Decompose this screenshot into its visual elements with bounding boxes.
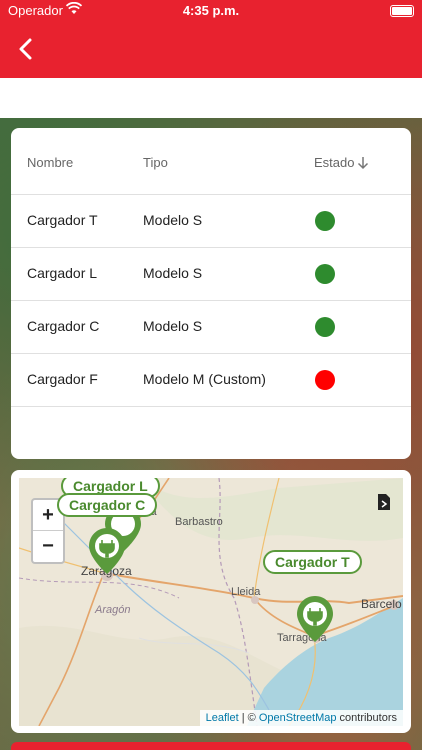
marker-label[interactable]: Cargador T (263, 550, 362, 574)
charger-marker-pin[interactable] (87, 526, 127, 576)
charger-type: Modelo M (Custom) (143, 371, 266, 387)
charger-type: Modelo S (143, 265, 203, 281)
place-label: Barcelo (361, 597, 402, 611)
marker-label[interactable]: Cargador C (57, 493, 158, 517)
charger-name: Cargador T (27, 212, 98, 228)
status-dot (315, 370, 335, 390)
map-card: Barbastro Zaragoza Lleida Aragón Tarrago… (11, 470, 411, 733)
place-label: Aragón (95, 604, 131, 616)
zoom-out-button[interactable]: − (33, 531, 63, 561)
charger-name: Cargador F (27, 371, 98, 387)
map[interactable]: Barbastro Zaragoza Lleida Aragón Tarrago… (19, 478, 403, 726)
sort-arrow-down-icon[interactable] (357, 156, 369, 170)
document-icon[interactable] (377, 494, 391, 510)
status-dot (315, 211, 335, 231)
status-dot (315, 264, 335, 284)
nav-bar (0, 22, 422, 78)
charger-type: Modelo S (143, 212, 203, 228)
charger-marker-pin[interactable] (295, 594, 335, 644)
table-row[interactable]: Cargador T Modelo S (11, 194, 411, 248)
place-label: Lleida (231, 586, 261, 598)
header-type[interactable]: Tipo (143, 155, 168, 170)
table-row[interactable]: Cargador F Modelo M (Custom) (11, 353, 411, 407)
clock: 4:35 p.m. (182, 3, 240, 18)
place-label: Barbastro (175, 516, 223, 528)
header-status[interactable]: Estado (314, 155, 354, 170)
attribution-separator: | © (238, 712, 259, 724)
battery-icon (390, 5, 414, 17)
charger-type: Modelo S (143, 318, 203, 334)
osm-link[interactable]: OpenStreetMap (259, 712, 337, 724)
charger-name: Cargador L (27, 265, 98, 281)
map-attribution: Leaflet | © OpenStreetMap contributors (199, 710, 403, 726)
back-chevron-icon[interactable] (12, 34, 42, 64)
attribution-suffix: contributors (336, 712, 397, 724)
bottom-action-bar[interactable] (11, 742, 411, 750)
status-dot (315, 317, 335, 337)
table-row[interactable]: Cargador L Modelo S (11, 247, 411, 301)
leaflet-link[interactable]: Leaflet (206, 712, 239, 724)
sub-header (0, 78, 422, 118)
status-bar: Operador 4:35 p.m. (0, 0, 422, 22)
header-name[interactable]: Nombre (27, 155, 73, 170)
table-row[interactable]: Cargador C Modelo S (11, 300, 411, 354)
chargers-table: Nombre Tipo Estado Cargador T Modelo S C… (11, 128, 411, 459)
table-header: Nombre Tipo Estado (11, 128, 411, 195)
charger-name: Cargador C (27, 318, 100, 334)
